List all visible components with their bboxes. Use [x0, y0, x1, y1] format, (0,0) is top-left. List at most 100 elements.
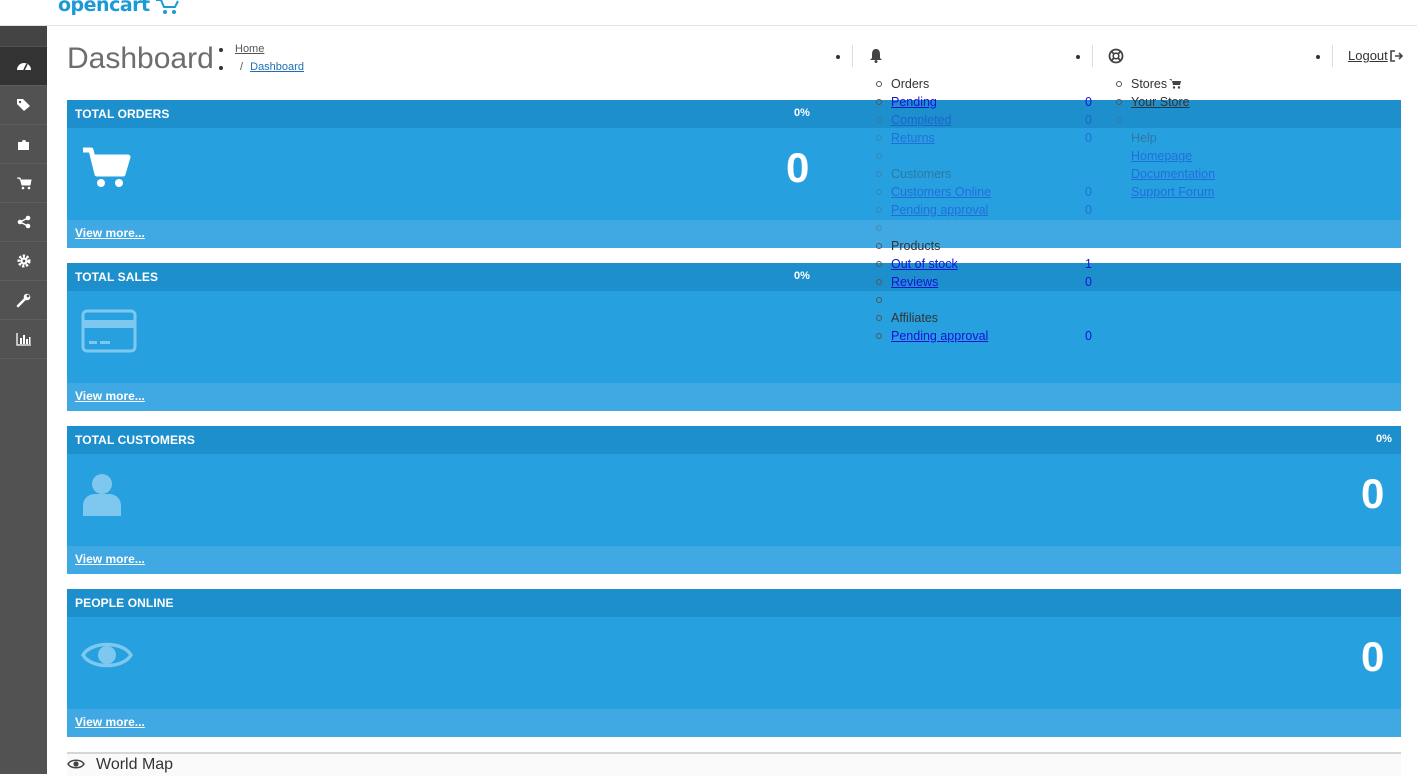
pending-orders-count: 0	[1085, 95, 1092, 109]
list-marker	[876, 207, 882, 213]
top-header: opencart	[0, 0, 1417, 26]
support-forum-link[interactable]: Support Forum	[1131, 183, 1214, 201]
affiliate-pending-approval-link[interactable]: Pending approval	[891, 327, 988, 345]
tile-footer: View more...	[67, 220, 1401, 248]
tile-heading: TOTAL SALES 0%	[67, 263, 1401, 291]
divider	[1332, 45, 1333, 67]
tile-value: 0	[786, 144, 810, 191]
tile-footer: View more...	[67, 546, 1401, 574]
returns-link[interactable]: Returns	[891, 129, 935, 147]
world-map-panel: World Map	[67, 752, 1401, 776]
gear-icon	[17, 254, 30, 268]
customers-online-count: 0	[1085, 185, 1092, 199]
list-marker	[876, 297, 882, 303]
list-marker	[876, 135, 882, 141]
dashboard-icon	[16, 63, 31, 71]
logo-cart-icon	[156, 0, 179, 14]
tile-value: 0	[1361, 470, 1385, 517]
view-more-link[interactable]: View more...	[75, 552, 145, 566]
homepage-link[interactable]: Homepage	[1131, 147, 1192, 165]
pending-orders-link[interactable]: Pending	[891, 93, 937, 111]
list-marker	[876, 189, 882, 195]
help-header: Help	[1131, 131, 1157, 145]
tile-heading: PEOPLE ONLINE	[67, 589, 1401, 617]
breadcrumb-dashboard-link[interactable]: Dashboard	[250, 61, 304, 73]
list-marker	[1116, 99, 1122, 105]
tile-title: TOTAL CUSTOMERS	[75, 433, 195, 447]
eye-icon	[81, 642, 133, 668]
sidebar-item-system[interactable]	[0, 242, 47, 281]
cart-icon	[16, 177, 32, 190]
tile-footer: View more...	[67, 709, 1401, 737]
sidebar-item-marketing[interactable]	[0, 203, 47, 242]
breadcrumb: Home	[235, 43, 264, 55]
sidebar-top	[0, 26, 47, 46]
breadcrumb-home-link[interactable]: Home	[235, 43, 264, 55]
opencart-logo[interactable]: opencart	[58, 0, 150, 16]
customer-pending-approval-count: 0	[1085, 203, 1092, 217]
share-icon	[17, 215, 30, 229]
life-ring-icon[interactable]	[1108, 48, 1124, 64]
logout-link[interactable]: Logout	[1348, 48, 1388, 63]
tile-title: TOTAL ORDERS	[75, 107, 170, 121]
sidebar-item-extensions[interactable]	[0, 125, 47, 164]
affiliate-pending-approval-count: 0	[1085, 329, 1092, 343]
breadcrumb-bullet	[219, 66, 223, 70]
tile-footer: View more...	[67, 383, 1401, 411]
nav-bullet	[1076, 55, 1080, 59]
breadcrumb-separator: /	[240, 61, 244, 73]
orders-header: Orders	[891, 77, 930, 91]
list-marker	[1116, 81, 1122, 87]
sidebar-item-sales[interactable]	[0, 164, 47, 203]
puzzle-icon	[17, 140, 29, 150]
list-marker	[876, 261, 882, 267]
your-store-link[interactable]: Your Store	[1131, 93, 1190, 111]
tile-percent: 0%	[1376, 433, 1392, 445]
out-of-stock-count: 1	[1085, 257, 1092, 271]
view-more-link[interactable]: View more...	[75, 389, 145, 403]
view-more-link[interactable]: View more...	[75, 226, 145, 240]
cart-icon	[1169, 79, 1181, 89]
tile-title: TOTAL SALES	[75, 270, 159, 284]
list-marker	[876, 81, 882, 87]
sidebar-item-tools[interactable]	[0, 281, 47, 320]
tile-total-customers: TOTAL CUSTOMERS 0% 0 View more...	[67, 426, 1401, 574]
tile-heading: TOTAL CUSTOMERS 0%	[67, 426, 1401, 454]
reviews-link[interactable]: Reviews	[891, 273, 938, 291]
out-of-stock-link[interactable]: Out of stock	[891, 255, 958, 273]
list-marker	[876, 153, 882, 159]
tile-value: 0	[1361, 633, 1385, 680]
tile-title: PEOPLE ONLINE	[75, 596, 174, 610]
list-marker	[876, 225, 882, 231]
bar-chart-icon	[15, 333, 31, 346]
divider	[1092, 45, 1093, 67]
documentation-link[interactable]: Documentation	[1131, 165, 1215, 183]
credit-card-icon	[81, 309, 137, 353]
breadcrumb-current: / Dashboard	[240, 61, 304, 73]
list-marker	[876, 171, 882, 177]
sidebar-item-reports[interactable]	[0, 320, 47, 359]
breadcrumb-bullet	[219, 48, 223, 52]
completed-orders-link[interactable]: Completed	[891, 111, 951, 129]
list-marker	[876, 315, 882, 321]
list-marker	[876, 243, 882, 249]
page-title: Dashboard	[67, 42, 214, 75]
bell-icon[interactable]	[869, 48, 883, 63]
nav-bullet	[1316, 55, 1320, 59]
divider	[852, 45, 853, 67]
nav-bullet	[836, 55, 840, 59]
view-more-link[interactable]: View more...	[75, 715, 145, 729]
tile-percent: 0%	[794, 270, 810, 282]
list-marker	[876, 99, 882, 105]
affiliates-header: Affiliates	[891, 311, 939, 325]
stores-header: Stores	[1131, 77, 1168, 91]
tile-percent: 0%	[794, 107, 810, 119]
list-marker	[876, 117, 882, 123]
reviews-count: 0	[1085, 275, 1092, 289]
sidebar-item-dashboard[interactable]	[0, 47, 47, 86]
customers-online-link[interactable]: Customers Online	[891, 183, 991, 201]
logout-label: Logout	[1348, 48, 1388, 63]
products-header: Products	[891, 239, 941, 253]
sidebar-item-catalog[interactable]	[0, 86, 47, 125]
customer-pending-approval-link[interactable]: Pending approval	[891, 201, 988, 219]
